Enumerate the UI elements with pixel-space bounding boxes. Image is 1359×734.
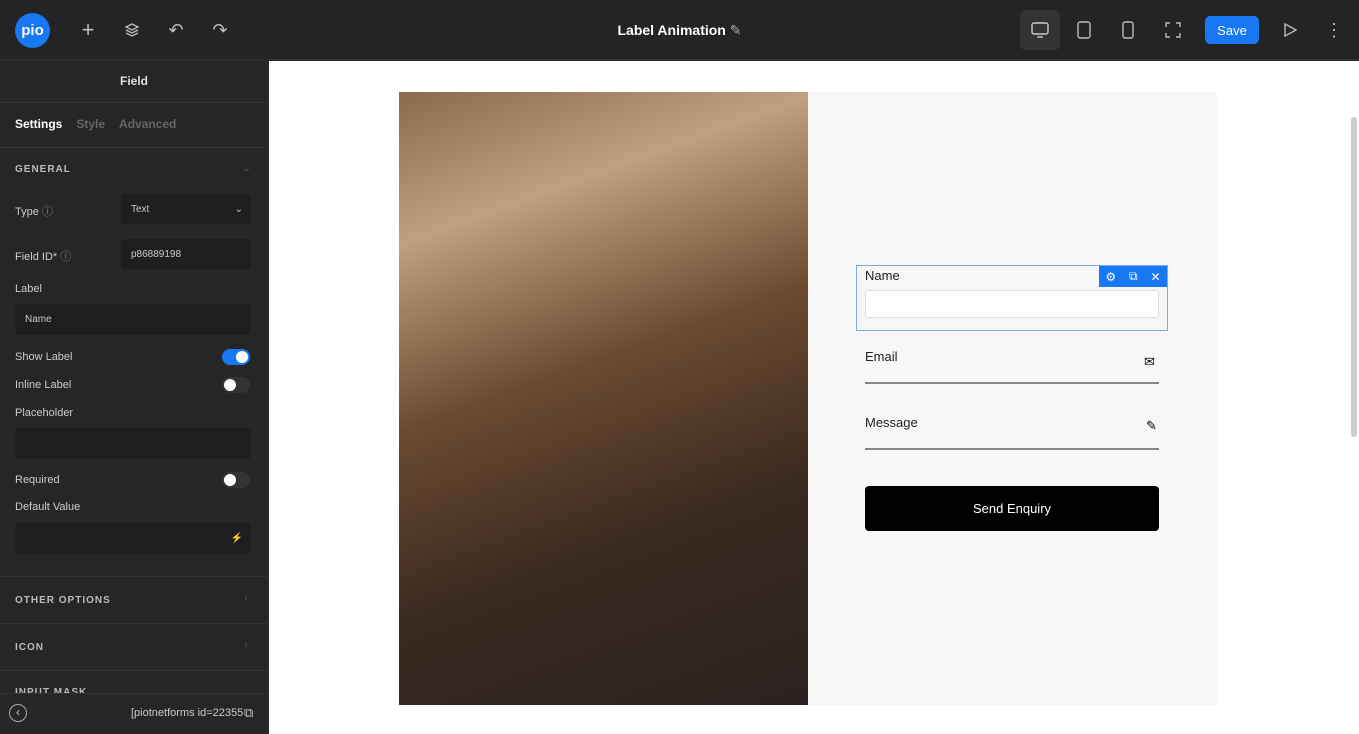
canvas: ⚙ ⧉ ✕ Name Email ✉ Message ✎ Send Enquiry: [269, 61, 1359, 734]
close-icon[interactable]: ✕: [1150, 270, 1160, 284]
topbar: pio + ↶ ↷ Label Animation ✎ Save ⋮: [0, 0, 1359, 60]
placeholder-label: Placeholder: [15, 407, 74, 419]
email-label: Email: [865, 349, 898, 364]
page-title: Label Animation ✎: [617, 22, 742, 38]
help-icon: ⓘ: [60, 251, 72, 263]
duplicate-icon[interactable]: ⧉: [1129, 269, 1138, 284]
sidebar: Field Settings Style Advanced GENERAL ⌄ …: [0, 61, 268, 734]
label-label: Label: [15, 283, 42, 295]
mail-icon: ✉: [1144, 354, 1155, 369]
back-icon[interactable]: ‹: [9, 704, 27, 722]
chevron-right-icon[interactable]: ›: [244, 639, 248, 651]
copy-icon[interactable]: ⧉: [244, 705, 253, 721]
tablet-icon[interactable]: [1072, 18, 1096, 42]
gear-icon[interactable]: ⚙: [1105, 270, 1116, 284]
type-label: Type ⓘ: [15, 206, 53, 218]
shortcode[interactable]: [piotnetforms id=22355: [131, 707, 243, 719]
field-id-input[interactable]: p86889198: [121, 239, 251, 269]
email-input[interactable]: [865, 382, 1159, 384]
name-label: Name: [865, 268, 900, 283]
placeholder-input[interactable]: [15, 428, 251, 459]
send-enquiry-button[interactable]: Send Enquiry: [865, 486, 1159, 531]
edit-icon[interactable]: ✎: [730, 22, 742, 38]
inline-label-toggle[interactable]: [222, 377, 250, 393]
save-button[interactable]: Save: [1205, 16, 1259, 44]
section-general[interactable]: GENERAL: [15, 164, 71, 175]
show-label-toggle[interactable]: [222, 349, 250, 365]
field-id-label: Field ID* ⓘ: [15, 251, 72, 263]
form-container: ⚙ ⧉ ✕ Name Email ✉ Message ✎ Send Enquiry: [808, 92, 1217, 705]
type-select[interactable]: Text ⌄: [121, 194, 251, 224]
tab-style[interactable]: Style: [76, 117, 105, 131]
dynamic-value-icon[interactable]: ⚡: [231, 533, 243, 544]
message-input[interactable]: [865, 448, 1159, 450]
show-label-text: Show Label: [15, 351, 73, 363]
panel-title: Field: [0, 61, 268, 103]
name-input[interactable]: [865, 290, 1159, 318]
preview-icon[interactable]: [1278, 18, 1302, 42]
tab-settings[interactable]: Settings: [15, 117, 62, 131]
office-photo: [399, 92, 808, 705]
section-other-options[interactable]: OTHER OPTIONS: [15, 595, 111, 606]
chevron-down-icon: ⌄: [234, 203, 243, 215]
required-label: Required: [15, 474, 60, 486]
pencil-icon: ✎: [1146, 418, 1157, 433]
tab-advanced[interactable]: Advanced: [119, 117, 176, 131]
default-value-label: Default Value: [15, 501, 81, 513]
desktop-icon[interactable]: [1028, 18, 1052, 42]
message-label: Message: [865, 415, 918, 430]
mobile-icon[interactable]: [1116, 18, 1140, 42]
chevron-down-icon[interactable]: ⌄: [242, 161, 251, 174]
default-value-input[interactable]: ⚡: [15, 523, 251, 554]
chevron-right-icon[interactable]: ›: [244, 592, 248, 604]
label-input[interactable]: Name: [15, 304, 251, 335]
fullscreen-icon[interactable]: [1161, 18, 1185, 42]
inline-label-text: Inline Label: [15, 379, 72, 391]
required-toggle[interactable]: [222, 472, 250, 488]
more-icon[interactable]: ⋮: [1322, 18, 1346, 42]
section-icon[interactable]: ICON: [15, 642, 44, 653]
help-icon: ⓘ: [41, 206, 53, 218]
scrollbar[interactable]: [1351, 117, 1357, 437]
